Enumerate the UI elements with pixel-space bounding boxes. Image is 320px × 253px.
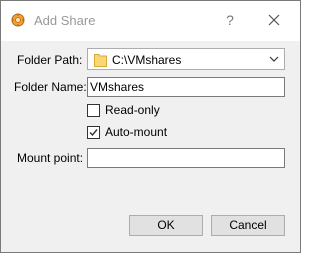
mount-point-label: Mount point: — [17, 151, 84, 165]
folder-path-label: Folder Path: — [17, 53, 83, 67]
close-button[interactable] — [259, 6, 289, 34]
close-icon — [268, 14, 280, 26]
read-only-checkbox[interactable] — [87, 104, 100, 117]
folder-path-value: C:\VMshares — [112, 53, 182, 67]
folder-path-combobox[interactable]: C:\VMshares — [87, 48, 285, 70]
auto-mount-checkbox[interactable] — [87, 126, 100, 139]
folder-name-field[interactable] — [87, 77, 285, 97]
dialog-title: Add Share — [34, 13, 96, 28]
auto-mount-label[interactable]: Auto-mount — [105, 125, 167, 139]
folder-name-label: Folder Name: — [14, 80, 87, 94]
chevron-down-icon[interactable] — [269, 55, 279, 63]
title-bar: Add Share ? — [1, 1, 300, 41]
folder-icon — [94, 54, 107, 67]
ok-button[interactable]: OK — [129, 215, 203, 236]
cancel-button[interactable]: Cancel — [211, 215, 285, 236]
add-share-dialog: Add Share ? Folder Path: C:\VMshares Fol… — [0, 0, 301, 253]
checkmark-icon — [89, 129, 98, 137]
help-button[interactable]: ? — [216, 6, 244, 34]
mount-point-field[interactable] — [87, 148, 285, 168]
read-only-label[interactable]: Read-only — [105, 103, 160, 117]
virtualbox-gear-icon — [11, 13, 25, 27]
